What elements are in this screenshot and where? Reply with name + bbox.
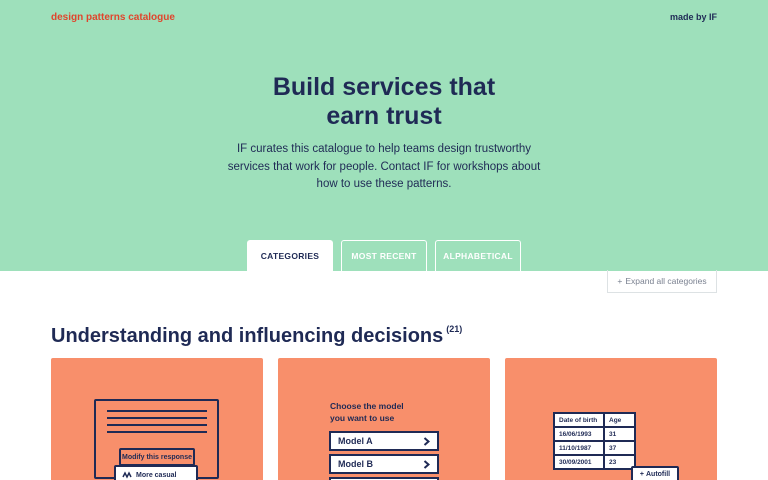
table-row: 16/06/1993 31 xyxy=(553,426,636,442)
autofill-label: Autofill xyxy=(645,471,671,478)
expand-all-label: Expand all categories xyxy=(625,276,707,286)
choose-model-prompt: Choose the model you want to use xyxy=(330,401,450,424)
section-count: (21) xyxy=(446,324,463,334)
choose-model-line-1: Choose the model xyxy=(330,401,404,411)
hero-title: Build services that earn trust xyxy=(0,73,768,131)
table-cell: 31 xyxy=(603,426,636,442)
table-row: 11/10/1987 37 xyxy=(553,440,636,456)
section-title-text: Understanding and influencing decisions xyxy=(51,325,444,347)
table-row: 30/09/2001 23 xyxy=(553,454,636,470)
pattern-card-autofill[interactable]: Date of birth Age 16/06/1993 31 11/10/19… xyxy=(505,358,717,480)
hero-section: design patterns catalogue made by IF Bui… xyxy=(0,0,768,271)
text-line xyxy=(107,410,207,412)
tab-alphabetical[interactable]: ALPHABETICAL xyxy=(435,240,521,271)
table-cell: 11/10/1987 xyxy=(553,440,605,456)
choose-model-line-2: you want to use xyxy=(330,412,395,423)
sort-tabs: CATEGORIES MOST RECENT ALPHABETICAL xyxy=(247,240,521,271)
made-by-link[interactable]: made by IF xyxy=(670,12,717,22)
table-cell: 37 xyxy=(603,440,636,456)
text-line xyxy=(107,424,207,426)
chevron-right-icon xyxy=(423,459,430,469)
more-casual-option: More casual xyxy=(114,465,198,480)
text-line xyxy=(107,431,207,433)
model-a-option: Model A xyxy=(329,431,439,451)
brand-link[interactable]: design patterns catalogue xyxy=(51,12,175,23)
chevron-right-icon xyxy=(423,436,430,446)
model-b-label: Model B xyxy=(338,459,373,469)
wave-icon xyxy=(122,471,132,479)
expand-all-categories-button[interactable]: + Expand all categories xyxy=(607,270,717,293)
pattern-card-choose-model[interactable]: Choose the model you want to use Model A… xyxy=(278,358,490,480)
tab-categories[interactable]: CATEGORIES xyxy=(247,240,333,271)
section-title: Understanding and influencing decisions(… xyxy=(51,324,462,348)
table-header-cell: Age xyxy=(603,412,636,428)
autofill-button-illustration: + Autofill xyxy=(631,466,679,480)
table-cell: 16/06/1993 xyxy=(553,426,605,442)
date-of-birth-table: Date of birth Age 16/06/1993 31 11/10/19… xyxy=(553,412,636,470)
table-header-row: Date of birth Age xyxy=(553,412,636,428)
table-cell: 30/09/2001 xyxy=(553,454,605,470)
hero-title-line-1: Build services that xyxy=(272,73,496,101)
modify-response-label: Modify this response xyxy=(119,448,195,466)
more-casual-label: More casual xyxy=(136,471,177,479)
text-line xyxy=(107,417,207,419)
hero-description: IF curates this catalogue to help teams … xyxy=(227,143,541,190)
model-a-label: Model A xyxy=(338,436,373,446)
plus-icon: + xyxy=(639,471,644,478)
hero-title-line-2: earn trust xyxy=(326,102,442,130)
pattern-card-modify-response[interactable]: Modify this response More casual xyxy=(51,358,263,480)
tab-most-recent[interactable]: MOST RECENT xyxy=(341,240,427,271)
plus-icon: + xyxy=(617,276,623,286)
model-b-option: Model B xyxy=(329,454,439,474)
table-header-cell: Date of birth xyxy=(553,412,605,428)
